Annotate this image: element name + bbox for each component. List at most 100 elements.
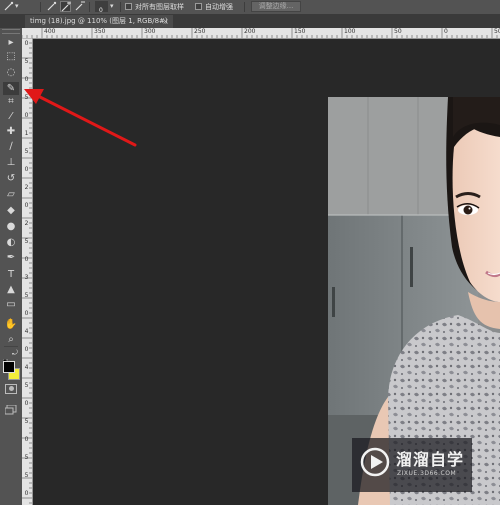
add-to-selection-brush-button[interactable] xyxy=(60,1,71,12)
crop-tool[interactable]: ⌗ xyxy=(3,95,19,108)
sample-all-layers-label: 对所有图层取样 xyxy=(135,3,184,11)
horizontal-ruler[interactable]: 400 350 300 250 200 150 100 50 0 50 xyxy=(22,28,500,39)
ruler-label: 0 xyxy=(24,490,29,497)
eyedropper-icon: ⁄ xyxy=(10,111,12,122)
divider xyxy=(89,2,90,12)
healing-brush-icon: ✚ xyxy=(6,126,16,137)
foreground-color-swatch[interactable] xyxy=(3,361,15,373)
toolbox-grip[interactable] xyxy=(2,29,20,34)
ruler-label: 5 xyxy=(24,418,29,425)
type-icon: T xyxy=(7,269,15,280)
options-bar: ▾ 0 ▾ 对所有图层取样 自动增强 调整边缘... xyxy=(0,0,500,15)
ruler-label: 5 xyxy=(24,148,29,155)
ruler-label: 0 xyxy=(444,28,448,35)
brush-icon: ∕ xyxy=(9,141,13,152)
ruler-ticks xyxy=(22,38,32,504)
brush-size-picker[interactable]: 0 xyxy=(95,1,108,14)
dodge-tool[interactable]: ◐ xyxy=(3,236,19,249)
ruler-label: 2 xyxy=(24,220,29,227)
path-selection-icon: ▲ xyxy=(7,284,15,295)
zoom-tool[interactable]: ⌕ xyxy=(3,333,19,346)
dodge-icon: ◐ xyxy=(6,237,16,248)
divider xyxy=(120,2,121,12)
ruler-label: 0 xyxy=(24,112,29,119)
lasso-icon: ◌ xyxy=(6,67,16,78)
path-selection-tool[interactable]: ▲ xyxy=(3,283,19,296)
quick-selection-icon xyxy=(4,1,13,11)
move-tool[interactable]: ▸ xyxy=(3,36,19,49)
quick-selection-tool[interactable]: ✎ xyxy=(3,82,19,95)
ruler-label: 5 xyxy=(24,238,29,245)
ruler-label: 0 xyxy=(24,76,29,83)
ruler-label: 0 xyxy=(24,40,29,47)
refine-edge-button[interactable]: 调整边缘... xyxy=(251,1,301,12)
rectangle-icon: ▭ xyxy=(6,299,16,310)
lasso-tool[interactable]: ◌ xyxy=(3,66,19,79)
divider xyxy=(244,2,245,12)
marquee-tool[interactable]: ⬚ xyxy=(3,50,19,63)
document-tab-bar: timg (18).jpg @ 110% (图层 1, RGB/8#) * × xyxy=(0,15,500,38)
quick-mask-icon[interactable] xyxy=(5,384,17,394)
zoom-icon: ⌕ xyxy=(8,334,14,345)
close-icon[interactable]: × xyxy=(162,15,169,28)
new-selection-brush-button[interactable] xyxy=(46,1,57,12)
crop-icon: ⌗ xyxy=(8,96,14,107)
history-brush-tool[interactable]: ↺ xyxy=(3,172,19,185)
ruler-label: 0 xyxy=(24,346,29,353)
blur-icon: ● xyxy=(6,221,16,232)
ruler-label: 5 xyxy=(24,454,29,461)
ruler-label: 0 xyxy=(24,436,29,443)
sample-all-layers-checkbox[interactable] xyxy=(125,3,132,10)
screen-mode-icon[interactable] xyxy=(4,400,17,415)
hand-tool[interactable]: ✋ xyxy=(3,318,19,331)
eraser-icon: ▱ xyxy=(7,189,15,200)
ruler-label: 1 xyxy=(24,130,29,137)
ruler-label: 5 xyxy=(24,58,29,65)
ruler-label: 0 xyxy=(24,202,29,209)
document-tab[interactable]: timg (18).jpg @ 110% (图层 1, RGB/8#) * × xyxy=(25,15,173,38)
hand-icon: ✋ xyxy=(4,319,18,330)
eraser-tool[interactable]: ▱ xyxy=(3,188,19,201)
paint-bucket-tool[interactable]: ◆ xyxy=(3,204,19,217)
swap-colors-icon[interactable]: ⤾ xyxy=(12,349,18,358)
chevron-down-icon[interactable]: ▾ xyxy=(15,2,19,13)
marquee-icon: ⬚ xyxy=(6,51,16,62)
pen-icon: ✒ xyxy=(6,252,16,263)
ruler-label: 5 xyxy=(24,292,29,299)
default-colors-icon[interactable] xyxy=(2,350,10,366)
divider xyxy=(40,2,41,12)
paint-bucket-icon: ◆ xyxy=(7,205,15,216)
ruler-label: 4 xyxy=(24,328,29,335)
subtract-from-selection-brush-button[interactable] xyxy=(74,1,85,12)
auto-enhance-label: 自动增强 xyxy=(205,3,233,11)
ruler-label: 5 xyxy=(24,94,29,101)
pen-tool[interactable]: ✒ xyxy=(3,251,19,264)
ruler-label: 5 xyxy=(24,472,29,479)
brush-tool[interactable]: ∕ xyxy=(3,140,19,153)
history-brush-icon: ↺ xyxy=(6,173,16,184)
ruler-label: 4 xyxy=(24,364,29,371)
vertical-ruler[interactable]: 0 5 0 5 0 1 5 0 2 0 2 5 0 3 5 0 4 0 4 5 0 5 0 5 5 0 xyxy=(22,38,33,505)
ruler-label: 0 xyxy=(24,400,29,407)
type-tool[interactable]: T xyxy=(3,268,19,281)
watermark-logo: 溜溜自学 ZIXUE.3D66.COM xyxy=(352,438,472,492)
quick-selection-icon: ✎ xyxy=(6,83,16,94)
ruler-label: 250 xyxy=(194,28,206,35)
ruler-label: 300 xyxy=(144,28,156,35)
blur-tool[interactable]: ● xyxy=(3,220,19,233)
ruler-label: 400 xyxy=(44,28,56,35)
toolbox: ▸ ⬚ ◌ ✎ ⌗ ⁄ ✚ ∕ ⊥ ↺ ▱ ◆ ● ◐ ✒ T ▲ ▭ ✋ ⌕ ⤾ xyxy=(0,28,23,505)
eyedropper-tool[interactable]: ⁄ xyxy=(3,110,19,123)
divider xyxy=(4,346,18,347)
watermark-title: 溜溜自学 xyxy=(396,450,465,469)
watermark-subtitle: ZIXUE.3D66.COM xyxy=(397,470,457,477)
healing-brush-tool[interactable]: ✚ xyxy=(3,125,19,138)
tool-preset-picker[interactable] xyxy=(3,1,14,12)
play-logo-icon xyxy=(360,447,390,477)
auto-enhance-checkbox[interactable] xyxy=(195,3,202,10)
brush-subtract-icon xyxy=(75,1,85,11)
brush-size-chevron-icon[interactable]: ▾ xyxy=(110,2,114,13)
clone-stamp-tool[interactable]: ⊥ xyxy=(3,156,19,169)
rectangle-tool[interactable]: ▭ xyxy=(3,298,19,311)
ruler-label: 0 xyxy=(24,310,29,317)
